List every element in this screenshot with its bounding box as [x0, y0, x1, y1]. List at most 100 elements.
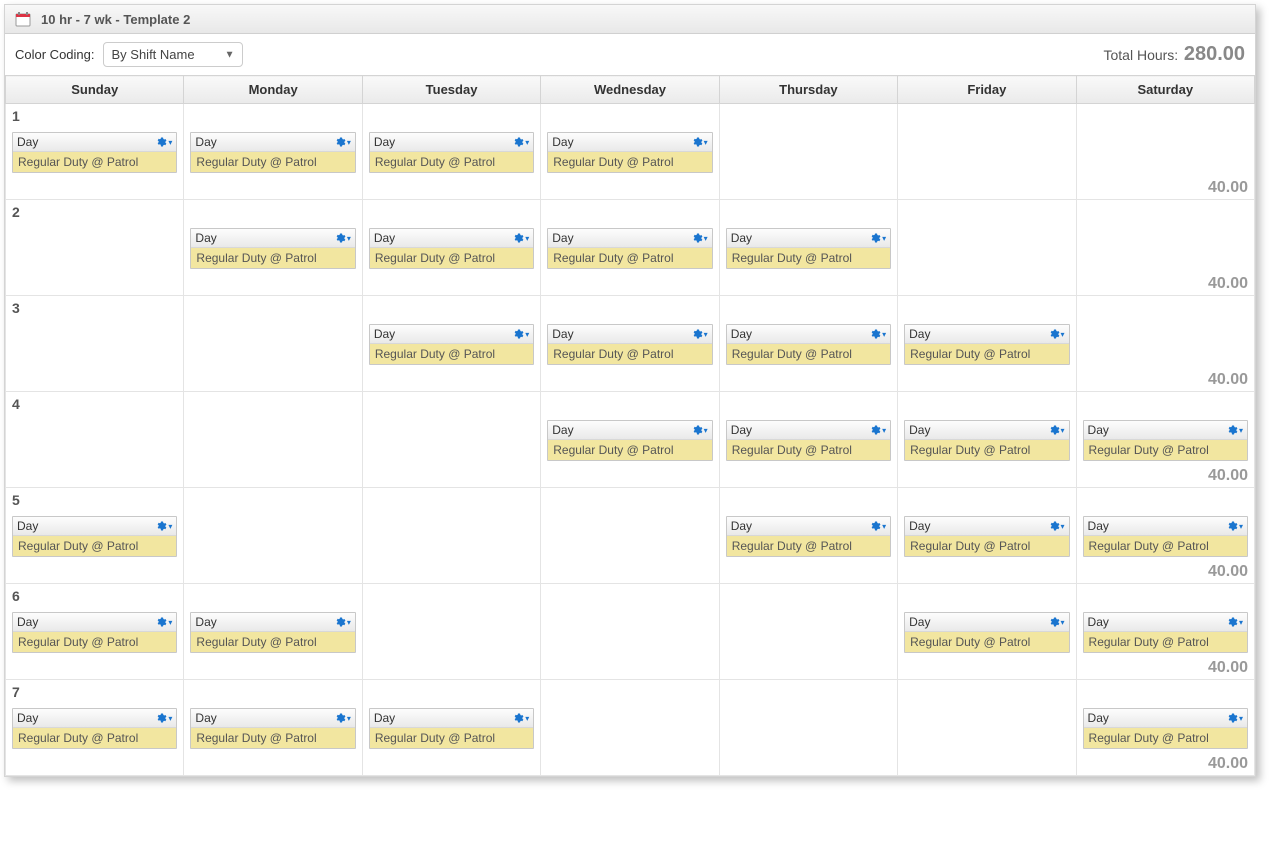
shift-card[interactable]: Day▾Regular Duty @ Patrol: [1083, 420, 1248, 461]
gear-icon[interactable]: ▾: [1048, 424, 1065, 436]
day-cell[interactable]: [541, 488, 719, 584]
day-cell[interactable]: [362, 488, 540, 584]
shift-card[interactable]: Day▾Regular Duty @ Patrol: [369, 228, 534, 269]
shift-card[interactable]: Day▾Regular Duty @ Patrol: [1083, 612, 1248, 653]
day-cell[interactable]: Day▾Regular Duty @ Patrol: [362, 104, 540, 200]
shift-card[interactable]: Day▾Regular Duty @ Patrol: [190, 132, 355, 173]
day-cell[interactable]: 7Day▾Regular Duty @ Patrol: [6, 680, 184, 776]
day-cell[interactable]: Day▾Regular Duty @ Patrol: [719, 392, 897, 488]
day-cell[interactable]: Day▾Regular Duty @ Patrol: [898, 296, 1076, 392]
gear-icon[interactable]: ▾: [1226, 520, 1243, 532]
shift-card[interactable]: Day▾Regular Duty @ Patrol: [1083, 516, 1248, 557]
day-cell[interactable]: 1Day▾Regular Duty @ Patrol: [6, 104, 184, 200]
day-cell[interactable]: [898, 200, 1076, 296]
day-cell[interactable]: Day▾Regular Duty @ Patrol: [184, 104, 362, 200]
shift-card[interactable]: Day▾Regular Duty @ Patrol: [726, 324, 891, 365]
day-cell[interactable]: Day▾Regular Duty @ Patrol: [898, 392, 1076, 488]
shift-card[interactable]: Day▾Regular Duty @ Patrol: [369, 132, 534, 173]
day-cell[interactable]: [541, 584, 719, 680]
day-cell[interactable]: [719, 680, 897, 776]
day-cell[interactable]: 40.00: [1076, 200, 1254, 296]
shift-card[interactable]: Day▾Regular Duty @ Patrol: [12, 708, 177, 749]
gear-icon[interactable]: ▾: [869, 232, 886, 244]
day-cell[interactable]: [541, 680, 719, 776]
day-cell[interactable]: Day▾Regular Duty @ Patrol: [184, 680, 362, 776]
shift-card[interactable]: Day▾Regular Duty @ Patrol: [904, 324, 1069, 365]
gear-icon[interactable]: ▾: [1048, 328, 1065, 340]
gear-icon[interactable]: ▾: [691, 136, 708, 148]
gear-icon[interactable]: ▾: [1226, 424, 1243, 436]
day-cell[interactable]: Day▾Regular Duty @ Patrol: [541, 296, 719, 392]
day-cell[interactable]: [184, 296, 362, 392]
day-cell[interactable]: [362, 584, 540, 680]
gear-icon[interactable]: ▾: [691, 232, 708, 244]
shift-card[interactable]: Day▾Regular Duty @ Patrol: [726, 420, 891, 461]
day-cell[interactable]: [362, 392, 540, 488]
shift-card[interactable]: Day▾Regular Duty @ Patrol: [547, 132, 712, 173]
shift-card[interactable]: Day▾Regular Duty @ Patrol: [190, 228, 355, 269]
gear-icon[interactable]: ▾: [1048, 520, 1065, 532]
shift-card[interactable]: Day▾Regular Duty @ Patrol: [190, 708, 355, 749]
gear-icon[interactable]: ▾: [512, 712, 529, 724]
day-cell[interactable]: Day▾Regular Duty @ Patrol: [898, 488, 1076, 584]
gear-icon[interactable]: ▾: [334, 616, 351, 628]
day-cell[interactable]: 40.00Day▾Regular Duty @ Patrol: [1076, 392, 1254, 488]
gear-icon[interactable]: ▾: [155, 520, 172, 532]
shift-card[interactable]: Day▾Regular Duty @ Patrol: [190, 612, 355, 653]
shift-card[interactable]: Day▾Regular Duty @ Patrol: [12, 612, 177, 653]
day-cell[interactable]: Day▾Regular Duty @ Patrol: [719, 488, 897, 584]
day-cell[interactable]: Day▾Regular Duty @ Patrol: [362, 200, 540, 296]
day-cell[interactable]: Day▾Regular Duty @ Patrol: [541, 392, 719, 488]
gear-icon[interactable]: ▾: [1226, 712, 1243, 724]
day-cell[interactable]: [898, 104, 1076, 200]
color-coding-select[interactable]: By Shift Name: [103, 42, 243, 67]
day-cell[interactable]: [184, 392, 362, 488]
gear-icon[interactable]: ▾: [334, 712, 351, 724]
gear-icon[interactable]: ▾: [1048, 616, 1065, 628]
gear-icon[interactable]: ▾: [155, 616, 172, 628]
shift-card[interactable]: Day▾Regular Duty @ Patrol: [726, 228, 891, 269]
gear-icon[interactable]: ▾: [512, 328, 529, 340]
day-cell[interactable]: 6Day▾Regular Duty @ Patrol: [6, 584, 184, 680]
gear-icon[interactable]: ▾: [155, 136, 172, 148]
day-cell[interactable]: Day▾Regular Duty @ Patrol: [184, 584, 362, 680]
gear-icon[interactable]: ▾: [155, 712, 172, 724]
day-cell[interactable]: 3: [6, 296, 184, 392]
day-cell[interactable]: Day▾Regular Duty @ Patrol: [184, 200, 362, 296]
day-cell[interactable]: 40.00Day▾Regular Duty @ Patrol: [1076, 584, 1254, 680]
day-cell[interactable]: Day▾Regular Duty @ Patrol: [719, 296, 897, 392]
shift-card[interactable]: Day▾Regular Duty @ Patrol: [369, 324, 534, 365]
gear-icon[interactable]: ▾: [869, 424, 886, 436]
day-cell[interactable]: 5Day▾Regular Duty @ Patrol: [6, 488, 184, 584]
shift-card[interactable]: Day▾Regular Duty @ Patrol: [904, 516, 1069, 557]
day-cell[interactable]: Day▾Regular Duty @ Patrol: [362, 680, 540, 776]
shift-card[interactable]: Day▾Regular Duty @ Patrol: [904, 420, 1069, 461]
day-cell[interactable]: Day▾Regular Duty @ Patrol: [898, 584, 1076, 680]
day-cell[interactable]: 4: [6, 392, 184, 488]
day-cell[interactable]: [898, 680, 1076, 776]
shift-card[interactable]: Day▾Regular Duty @ Patrol: [12, 132, 177, 173]
day-cell[interactable]: [184, 488, 362, 584]
gear-icon[interactable]: ▾: [334, 232, 351, 244]
day-cell[interactable]: Day▾Regular Duty @ Patrol: [362, 296, 540, 392]
day-cell[interactable]: Day▾Regular Duty @ Patrol: [719, 200, 897, 296]
day-cell[interactable]: 40.00: [1076, 104, 1254, 200]
day-cell[interactable]: [719, 584, 897, 680]
day-cell[interactable]: 40.00Day▾Regular Duty @ Patrol: [1076, 488, 1254, 584]
shift-card[interactable]: Day▾Regular Duty @ Patrol: [726, 516, 891, 557]
day-cell[interactable]: 40.00: [1076, 296, 1254, 392]
gear-icon[interactable]: ▾: [691, 328, 708, 340]
gear-icon[interactable]: ▾: [869, 520, 886, 532]
shift-card[interactable]: Day▾Regular Duty @ Patrol: [904, 612, 1069, 653]
gear-icon[interactable]: ▾: [334, 136, 351, 148]
day-cell[interactable]: Day▾Regular Duty @ Patrol: [541, 200, 719, 296]
gear-icon[interactable]: ▾: [869, 328, 886, 340]
day-cell[interactable]: 40.00Day▾Regular Duty @ Patrol: [1076, 680, 1254, 776]
gear-icon[interactable]: ▾: [691, 424, 708, 436]
shift-card[interactable]: Day▾Regular Duty @ Patrol: [547, 420, 712, 461]
gear-icon[interactable]: ▾: [512, 136, 529, 148]
shift-card[interactable]: Day▾Regular Duty @ Patrol: [1083, 708, 1248, 749]
day-cell[interactable]: [719, 104, 897, 200]
shift-card[interactable]: Day▾Regular Duty @ Patrol: [547, 324, 712, 365]
gear-icon[interactable]: ▾: [512, 232, 529, 244]
